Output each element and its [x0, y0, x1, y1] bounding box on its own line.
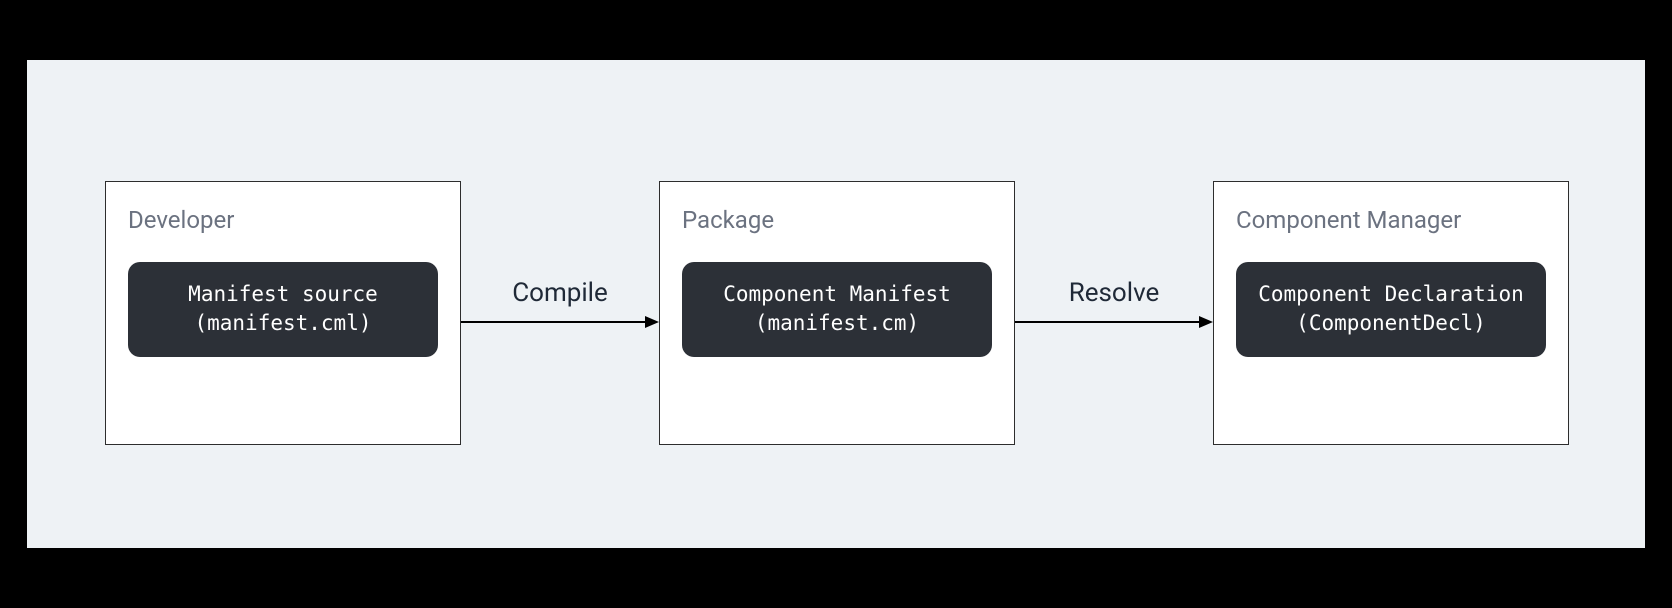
arrow-label: Compile	[512, 278, 608, 308]
arrow-label: Resolve	[1069, 278, 1160, 308]
pill-line2: (manifest.cm)	[702, 309, 972, 338]
arrow-icon	[461, 314, 659, 330]
pill-line2: (manifest.cml)	[148, 309, 418, 338]
diagram-canvas: Developer Manifest source (manifest.cml)…	[26, 59, 1646, 549]
stage-developer: Developer Manifest source (manifest.cml)	[105, 181, 461, 445]
stage-package: Package Component Manifest (manifest.cm)	[659, 181, 1015, 445]
stage-label: Component Manager	[1236, 206, 1546, 234]
arrow-resolve: Resolve	[1015, 278, 1213, 330]
arrow-compile: Compile	[461, 278, 659, 330]
pill-component-declaration: Component Declaration (ComponentDecl)	[1236, 262, 1546, 357]
pill-line1: Manifest source	[148, 280, 418, 309]
pill-component-manifest: Component Manifest (manifest.cm)	[682, 262, 992, 357]
stage-label: Developer	[128, 206, 438, 234]
arrow-icon	[1015, 314, 1213, 330]
pill-line2: (ComponentDecl)	[1256, 309, 1526, 338]
pill-manifest-source: Manifest source (manifest.cml)	[128, 262, 438, 357]
pill-line1: Component Declaration	[1256, 280, 1526, 309]
stage-component-manager: Component Manager Component Declaration …	[1213, 181, 1569, 445]
pill-line1: Component Manifest	[702, 280, 972, 309]
stage-label: Package	[682, 206, 992, 234]
